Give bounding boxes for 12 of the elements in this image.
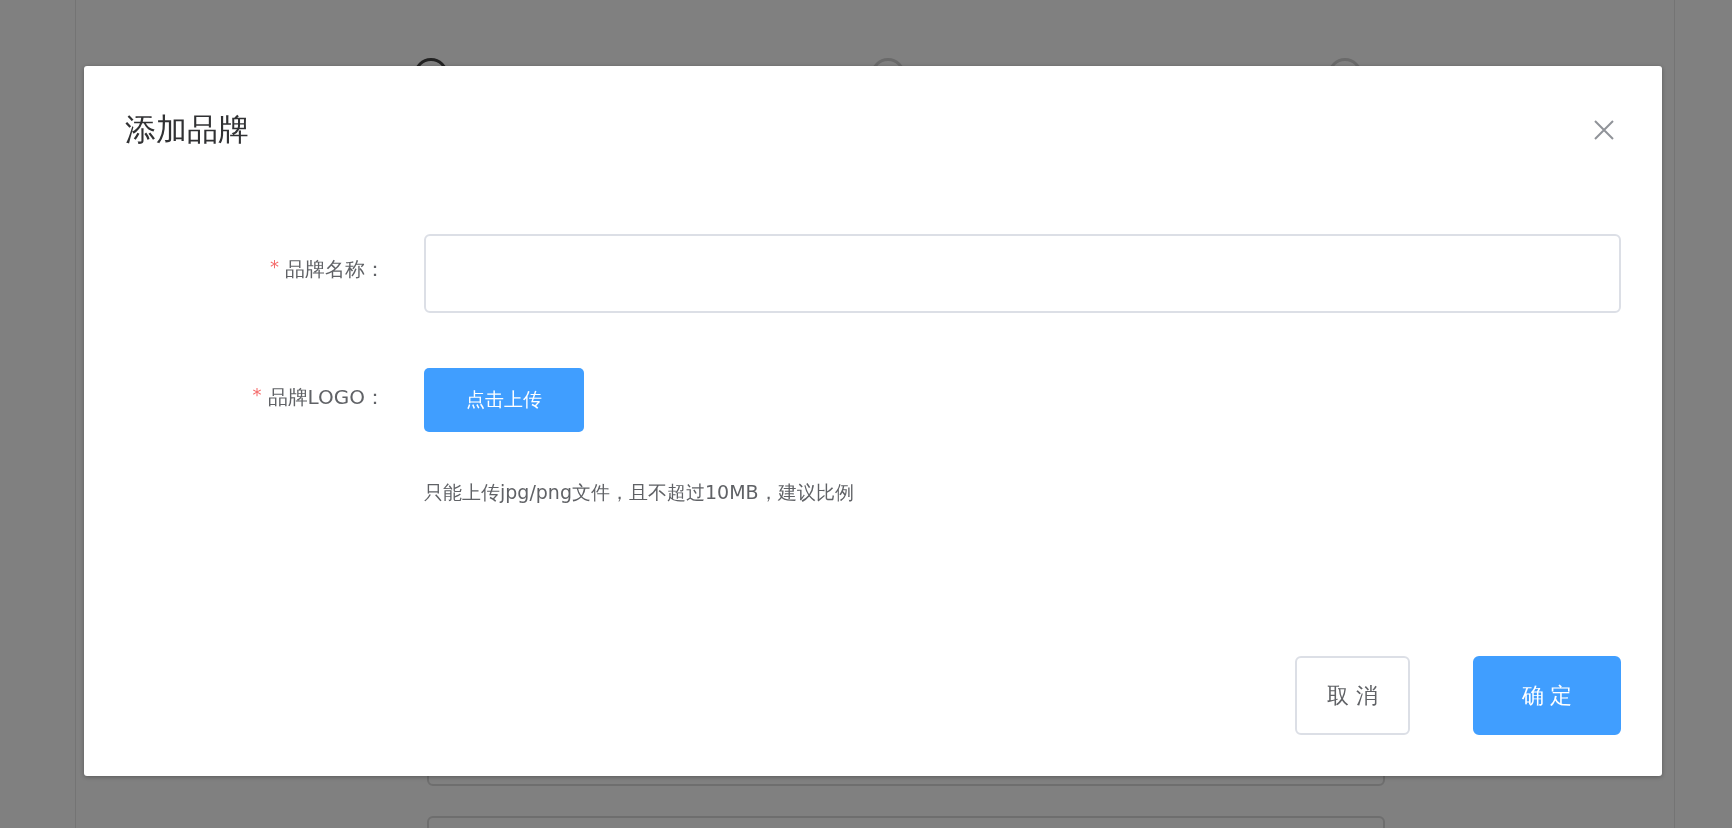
dialog-title: 添加品牌 xyxy=(125,110,249,149)
required-mark: * xyxy=(270,256,279,277)
close-button[interactable] xyxy=(1593,119,1615,141)
confirm-button[interactable]: 确 定 xyxy=(1473,656,1621,735)
upload-hint: 只能上传jpg/png文件，且不超过10MB，建议比例 xyxy=(424,480,855,505)
field-label: 品牌名称： xyxy=(285,256,385,283)
upload-button[interactable]: 点击上传 xyxy=(424,368,584,432)
field-label: 品牌LOGO： xyxy=(267,384,385,411)
cancel-button[interactable]: 取 消 xyxy=(1295,656,1410,735)
close-icon xyxy=(1593,119,1615,141)
text-input[interactable] xyxy=(424,234,1621,313)
required-mark: * xyxy=(252,384,262,405)
